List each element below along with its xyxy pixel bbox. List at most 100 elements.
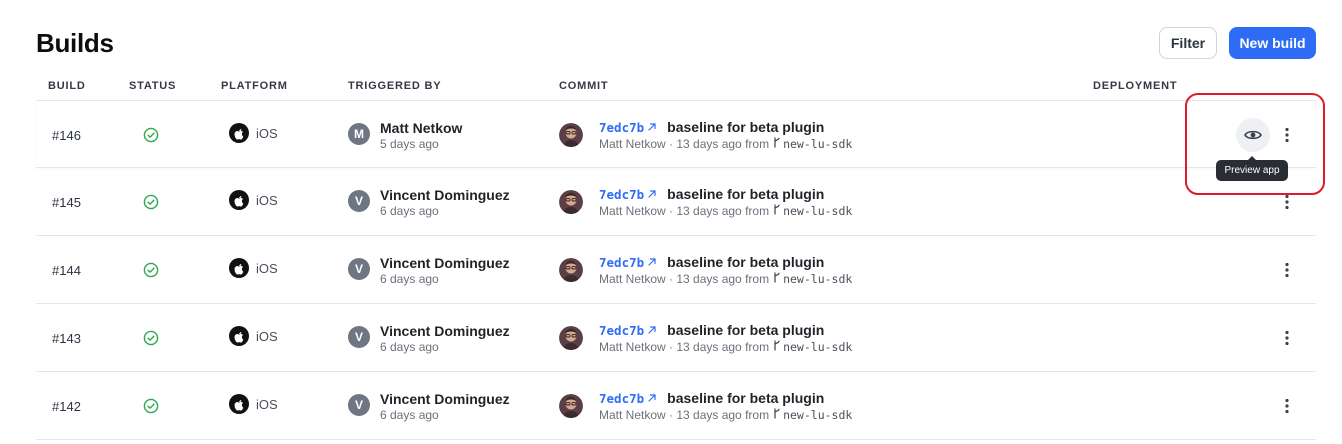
column-header-deployment: DEPLOYMENT (1093, 80, 1178, 92)
git-branch-icon (773, 340, 781, 354)
commit-summary: 7edc7b baseline for beta plugin (599, 322, 824, 338)
commit-meta-text: Matt Netkow · 13 days ago from (599, 272, 770, 286)
platform: iOS (229, 326, 278, 346)
avatar: V (348, 326, 370, 348)
new-build-button[interactable]: New build (1229, 27, 1316, 59)
commit-sha-link[interactable]: 7edc7b (599, 323, 644, 338)
triggered-by-name: Vincent Dominguez (380, 187, 510, 203)
external-link-icon[interactable] (647, 325, 657, 335)
preview-app-tooltip: Preview app (1216, 156, 1288, 181)
check-circle-icon (143, 398, 159, 414)
build-number[interactable]: #144 (52, 263, 81, 278)
avatar: V (348, 190, 370, 212)
kebab-menu-icon[interactable] (1278, 396, 1296, 416)
avatar: V (348, 258, 370, 280)
table-row[interactable]: #142 iOS V Vincent Dominguez 6 days ago … (36, 372, 1316, 440)
platform-label: iOS (256, 260, 278, 276)
git-branch-icon (773, 408, 781, 422)
triggered-time: 6 days ago (380, 272, 439, 286)
avatar: V (348, 394, 370, 416)
triggered-time: 6 days ago (380, 340, 439, 354)
platform-label: iOS (256, 192, 278, 208)
platform: iOS (229, 258, 278, 278)
branch-name[interactable]: new-lu-sdk (783, 272, 852, 286)
commit-meta: Matt Netkow · 13 days ago from new-lu-sd… (599, 204, 852, 218)
apple-icon (229, 326, 249, 346)
eye-icon[interactable] (1236, 118, 1270, 152)
commit-sha-link[interactable]: 7edc7b (599, 391, 644, 406)
commit-message: baseline for beta plugin (667, 390, 825, 406)
platform-label: iOS (256, 396, 278, 412)
git-branch-icon (773, 204, 781, 218)
platform: iOS (229, 394, 278, 414)
commit-message: baseline for beta plugin (667, 322, 825, 338)
check-circle-icon (143, 194, 159, 210)
triggered-time: 6 days ago (380, 204, 439, 218)
platform: iOS (229, 123, 278, 143)
triggered-by-name: Matt Netkow (380, 120, 463, 136)
commit-meta: Matt Netkow · 13 days ago from new-lu-sd… (599, 340, 852, 354)
table-row[interactable]: #144 iOS V Vincent Dominguez 6 days ago … (36, 236, 1316, 304)
apple-icon (229, 123, 249, 143)
commit-sha-link[interactable]: 7edc7b (599, 255, 644, 270)
triggered-time: 5 days ago (380, 137, 439, 151)
column-header-build: BUILD (48, 80, 86, 92)
commit-author-avatar (559, 326, 583, 350)
commit-author-avatar (559, 394, 583, 418)
build-number[interactable]: #142 (52, 399, 81, 414)
commit-message: baseline for beta plugin (667, 186, 825, 202)
external-link-icon[interactable] (647, 122, 657, 132)
branch-name[interactable]: new-lu-sdk (783, 204, 852, 218)
commit-author-avatar (559, 190, 583, 214)
commit-message: baseline for beta plugin (667, 119, 825, 135)
external-link-icon[interactable] (647, 189, 657, 199)
commit-summary: 7edc7b baseline for beta plugin (599, 390, 824, 406)
table-row[interactable]: #145 iOS V Vincent Dominguez 6 days ago … (36, 168, 1316, 236)
triggered-by-name: Vincent Dominguez (380, 255, 510, 271)
commit-meta: Matt Netkow · 13 days ago from new-lu-sd… (599, 137, 852, 151)
commit-summary: 7edc7b baseline for beta plugin (599, 186, 824, 202)
apple-icon (229, 258, 249, 278)
platform-label: iOS (256, 328, 278, 344)
table-row[interactable]: #146 iOS M Matt Netkow 5 days ago 7edc7b… (36, 100, 1316, 168)
commit-summary: 7edc7b baseline for beta plugin (599, 119, 824, 135)
page-title: Builds (36, 28, 114, 58)
commit-sha-link[interactable]: 7edc7b (599, 187, 644, 202)
commit-summary: 7edc7b baseline for beta plugin (599, 254, 824, 270)
commit-meta: Matt Netkow · 13 days ago from new-lu-sd… (599, 272, 852, 286)
kebab-menu-icon[interactable] (1278, 125, 1296, 145)
commit-author-avatar (559, 123, 583, 147)
column-header-platform: PLATFORM (221, 80, 288, 92)
external-link-icon[interactable] (647, 393, 657, 403)
platform-label: iOS (256, 125, 278, 141)
build-number[interactable]: #145 (52, 195, 81, 210)
avatar: M (348, 123, 370, 145)
git-branch-icon (773, 272, 781, 286)
table-header: BUILD STATUS PLATFORM TRIGGERED BY COMMI… (0, 80, 1342, 94)
commit-sha-link[interactable]: 7edc7b (599, 120, 644, 135)
branch-name[interactable]: new-lu-sdk (783, 408, 852, 422)
branch-name[interactable]: new-lu-sdk (783, 340, 852, 354)
triggered-by-name: Vincent Dominguez (380, 391, 510, 407)
build-number[interactable]: #143 (52, 331, 81, 346)
commit-meta-text: Matt Netkow · 13 days ago from (599, 408, 770, 422)
commit-meta-text: Matt Netkow · 13 days ago from (599, 204, 770, 218)
kebab-menu-icon[interactable] (1278, 328, 1296, 348)
check-circle-icon (143, 262, 159, 278)
kebab-menu-icon[interactable] (1278, 260, 1296, 280)
external-link-icon[interactable] (647, 257, 657, 267)
check-circle-icon (143, 127, 159, 143)
branch-name[interactable]: new-lu-sdk (783, 137, 852, 151)
commit-meta-text: Matt Netkow · 13 days ago from (599, 340, 770, 354)
apple-icon (229, 190, 249, 210)
table-row[interactable]: #143 iOS V Vincent Dominguez 6 days ago … (36, 304, 1316, 372)
column-header-commit: COMMIT (559, 80, 609, 92)
commit-meta-text: Matt Netkow · 13 days ago from (599, 137, 770, 151)
filter-button[interactable]: Filter (1159, 27, 1217, 59)
commit-message: baseline for beta plugin (667, 254, 825, 270)
check-circle-icon (143, 330, 159, 346)
apple-icon (229, 394, 249, 414)
git-branch-icon (773, 137, 781, 151)
kebab-menu-icon[interactable] (1278, 192, 1296, 212)
build-number[interactable]: #146 (52, 128, 81, 143)
